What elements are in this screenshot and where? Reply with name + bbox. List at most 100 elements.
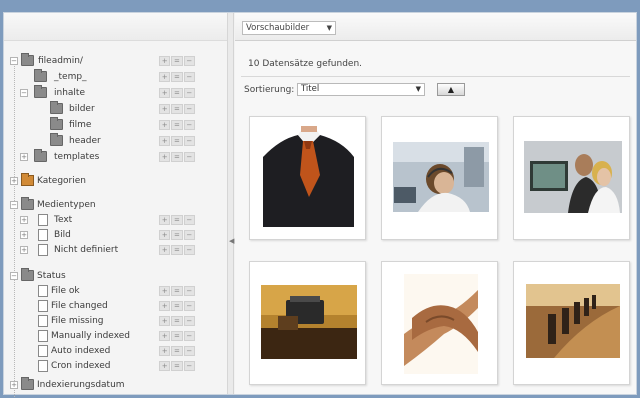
tree-item-file-changed[interactable]: File changed + = − — [4, 299, 228, 313]
thumbnail-typewriter[interactable] — [249, 261, 366, 385]
remove-button[interactable]: − — [183, 361, 195, 371]
remove-button[interactable]: − — [183, 215, 195, 225]
equal-button[interactable]: = — [171, 316, 183, 326]
add-button[interactable]: + — [159, 230, 171, 240]
remove-button[interactable]: − — [183, 286, 195, 296]
sort-select[interactable]: Titel ▼ — [297, 83, 425, 96]
expand-icon[interactable]: + — [20, 231, 28, 239]
remove-button[interactable]: − — [183, 88, 195, 98]
tree-item-bild[interactable]: + Bild + = − — [4, 228, 228, 242]
add-button[interactable]: + — [159, 361, 171, 371]
tree-item-status[interactable]: − Status — [4, 268, 228, 283]
collapse-icon[interactable]: − — [20, 89, 28, 97]
handshake-image — [404, 274, 478, 374]
add-button[interactable]: + — [159, 316, 171, 326]
tree-item-nicht-definiert[interactable]: + Nicht definiert + = − — [4, 243, 228, 257]
tree-item-auto-indexed[interactable]: Auto indexed + = − — [4, 344, 228, 358]
add-button[interactable]: + — [159, 286, 171, 296]
expand-icon[interactable]: + — [20, 246, 28, 254]
equal-button[interactable]: = — [171, 215, 183, 225]
collapse-icon[interactable]: − — [10, 57, 18, 65]
expand-icon[interactable]: + — [20, 153, 28, 161]
tree-item-kategorien[interactable]: + Kategorien — [4, 173, 228, 188]
thumbnail-conference-table[interactable] — [513, 261, 630, 385]
equal-button[interactable]: = — [171, 104, 183, 114]
add-button[interactable]: + — [159, 72, 171, 82]
add-button[interactable]: + — [159, 104, 171, 114]
remove-button[interactable]: − — [183, 104, 195, 114]
add-button[interactable]: + — [159, 152, 171, 162]
equal-button[interactable]: = — [171, 136, 183, 146]
equal-button[interactable]: = — [171, 245, 183, 255]
remove-button[interactable]: − — [183, 301, 195, 311]
equal-button[interactable]: = — [171, 346, 183, 356]
equal-button[interactable]: = — [171, 286, 183, 296]
remove-button[interactable]: − — [183, 245, 195, 255]
remove-button[interactable]: − — [183, 72, 195, 82]
remove-button[interactable]: − — [183, 120, 195, 130]
tree-item-label: Nicht definiert — [54, 245, 119, 255]
remove-button[interactable]: − — [183, 331, 195, 341]
tree-item-controls: + = − — [159, 230, 195, 240]
tree-item-templates[interactable]: + templates + = − — [4, 149, 228, 164]
sort-value: Titel — [301, 84, 320, 94]
collapse-panel-icon[interactable]: ◀ — [229, 237, 234, 245]
expand-icon[interactable]: + — [10, 177, 18, 185]
add-button[interactable]: + — [159, 301, 171, 311]
tree-item-label: Indexierungsdatum — [37, 380, 125, 390]
equal-button[interactable]: = — [171, 230, 183, 240]
tree-item-bilder[interactable]: bilder + = − — [4, 101, 228, 116]
tree-item-inhalte[interactable]: − inhalte + = − — [4, 85, 228, 100]
add-button[interactable]: + — [159, 331, 171, 341]
folder-icon — [34, 149, 47, 162]
remove-button[interactable]: − — [183, 230, 195, 240]
tree-item-temp[interactable]: _temp_ + = − — [4, 69, 228, 84]
expand-icon[interactable]: + — [10, 381, 18, 389]
panel-splitter[interactable]: ◀ — [228, 13, 234, 394]
thumbnail-office-team[interactable] — [513, 116, 630, 240]
equal-button[interactable]: = — [171, 72, 183, 82]
tree-item-label: Bild — [54, 230, 71, 240]
remove-button[interactable]: − — [183, 316, 195, 326]
equal-button[interactable]: = — [171, 120, 183, 130]
collapse-icon[interactable]: − — [10, 201, 18, 209]
add-button[interactable]: + — [159, 136, 171, 146]
add-button[interactable]: + — [159, 245, 171, 255]
thumbnail-businessman[interactable] — [249, 116, 366, 240]
tree-item-manually-indexed[interactable]: Manually indexed + = − — [4, 329, 228, 343]
tree-item-file-ok[interactable]: File ok + = − — [4, 284, 228, 298]
tree-item-label: fileadmin/ — [38, 56, 83, 66]
tree-item-header[interactable]: header + = − — [4, 133, 228, 148]
tree-item-fileadmin[interactable]: − fileadmin/ + = − — [4, 53, 228, 68]
expand-icon[interactable]: + — [20, 216, 28, 224]
remove-button[interactable]: − — [183, 152, 195, 162]
tree-item-medientypen[interactable]: − Medientypen — [4, 197, 228, 212]
file-ok-icon — [38, 285, 48, 297]
remove-button[interactable]: − — [183, 136, 195, 146]
tree-item-text[interactable]: + Text + = − — [4, 213, 228, 227]
equal-button[interactable]: = — [171, 152, 183, 162]
tree-item-cron-indexed[interactable]: Cron indexed + = − — [4, 359, 228, 373]
thumbnail-handshake[interactable] — [381, 261, 498, 385]
remove-button[interactable]: − — [183, 346, 195, 356]
equal-button[interactable]: = — [171, 361, 183, 371]
equal-button[interactable]: = — [171, 88, 183, 98]
thumbnail-call-center[interactable] — [381, 116, 498, 240]
tree-item-filme[interactable]: filme + = − — [4, 117, 228, 132]
tree-item-file-missing[interactable]: File missing + = − — [4, 314, 228, 328]
remove-button[interactable]: − — [183, 56, 195, 66]
collapse-icon[interactable]: − — [10, 272, 18, 280]
add-button[interactable]: + — [159, 88, 171, 98]
add-button[interactable]: + — [159, 215, 171, 225]
tree-item-label: templates — [54, 152, 100, 162]
add-button[interactable]: + — [159, 56, 171, 66]
equal-button[interactable]: = — [171, 56, 183, 66]
tree-item-indexierungsdatum[interactable]: + Indexierungsdatum — [4, 377, 228, 392]
tree-item-label: File missing — [51, 316, 104, 326]
equal-button[interactable]: = — [171, 301, 183, 311]
sort-direction-button[interactable]: ▲ — [437, 83, 465, 96]
add-button[interactable]: + — [159, 120, 171, 130]
view-mode-select[interactable]: Vorschaubilder ▼ — [242, 21, 336, 35]
equal-button[interactable]: = — [171, 331, 183, 341]
add-button[interactable]: + — [159, 346, 171, 356]
